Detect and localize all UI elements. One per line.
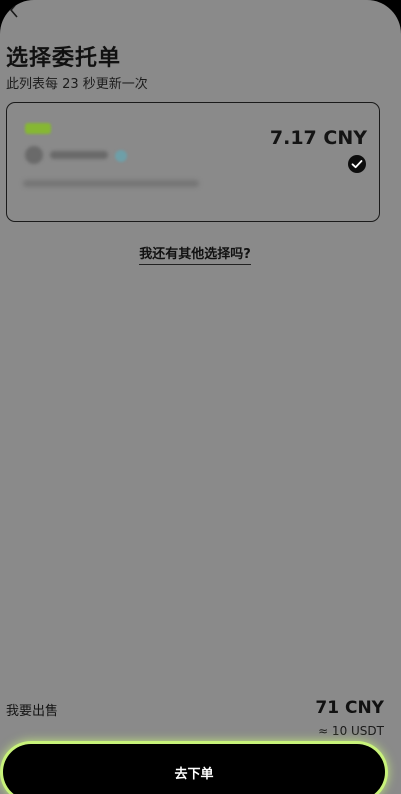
sell-amount: 71 CNY bbox=[315, 698, 384, 718]
offer-card[interactable]: 7.17 CNY bbox=[6, 102, 380, 222]
verified-badge-icon bbox=[115, 150, 127, 162]
merchant-name-blurred bbox=[50, 151, 108, 159]
merchant-tag-blurred bbox=[25, 123, 51, 134]
refresh-notice: 此列表每 23 秒更新一次 bbox=[6, 77, 148, 92]
place-order-button[interactable]: 去下单 bbox=[3, 744, 385, 794]
order-selection-screen: 选择委托单 此列表每 23 秒更新一次 7.17 CNY 我还有其他选择吗? 我… bbox=[0, 0, 401, 794]
page-title: 选择委托单 bbox=[6, 46, 122, 71]
merchant-avatar-blurred bbox=[25, 146, 43, 164]
sell-usdt-equivalent: ≈ 10 USDT bbox=[318, 724, 384, 738]
chevron-left-icon[interactable] bbox=[4, 0, 24, 20]
offer-price: 7.17 CNY bbox=[269, 127, 367, 149]
other-options-link-text: 我还有其他选择吗? bbox=[139, 247, 251, 265]
sell-label: 我要出售 bbox=[6, 704, 59, 719]
check-circle-icon bbox=[348, 155, 366, 173]
merchant-stats-blurred bbox=[23, 180, 199, 187]
other-options-link[interactable]: 我还有其他选择吗? bbox=[0, 243, 390, 265]
